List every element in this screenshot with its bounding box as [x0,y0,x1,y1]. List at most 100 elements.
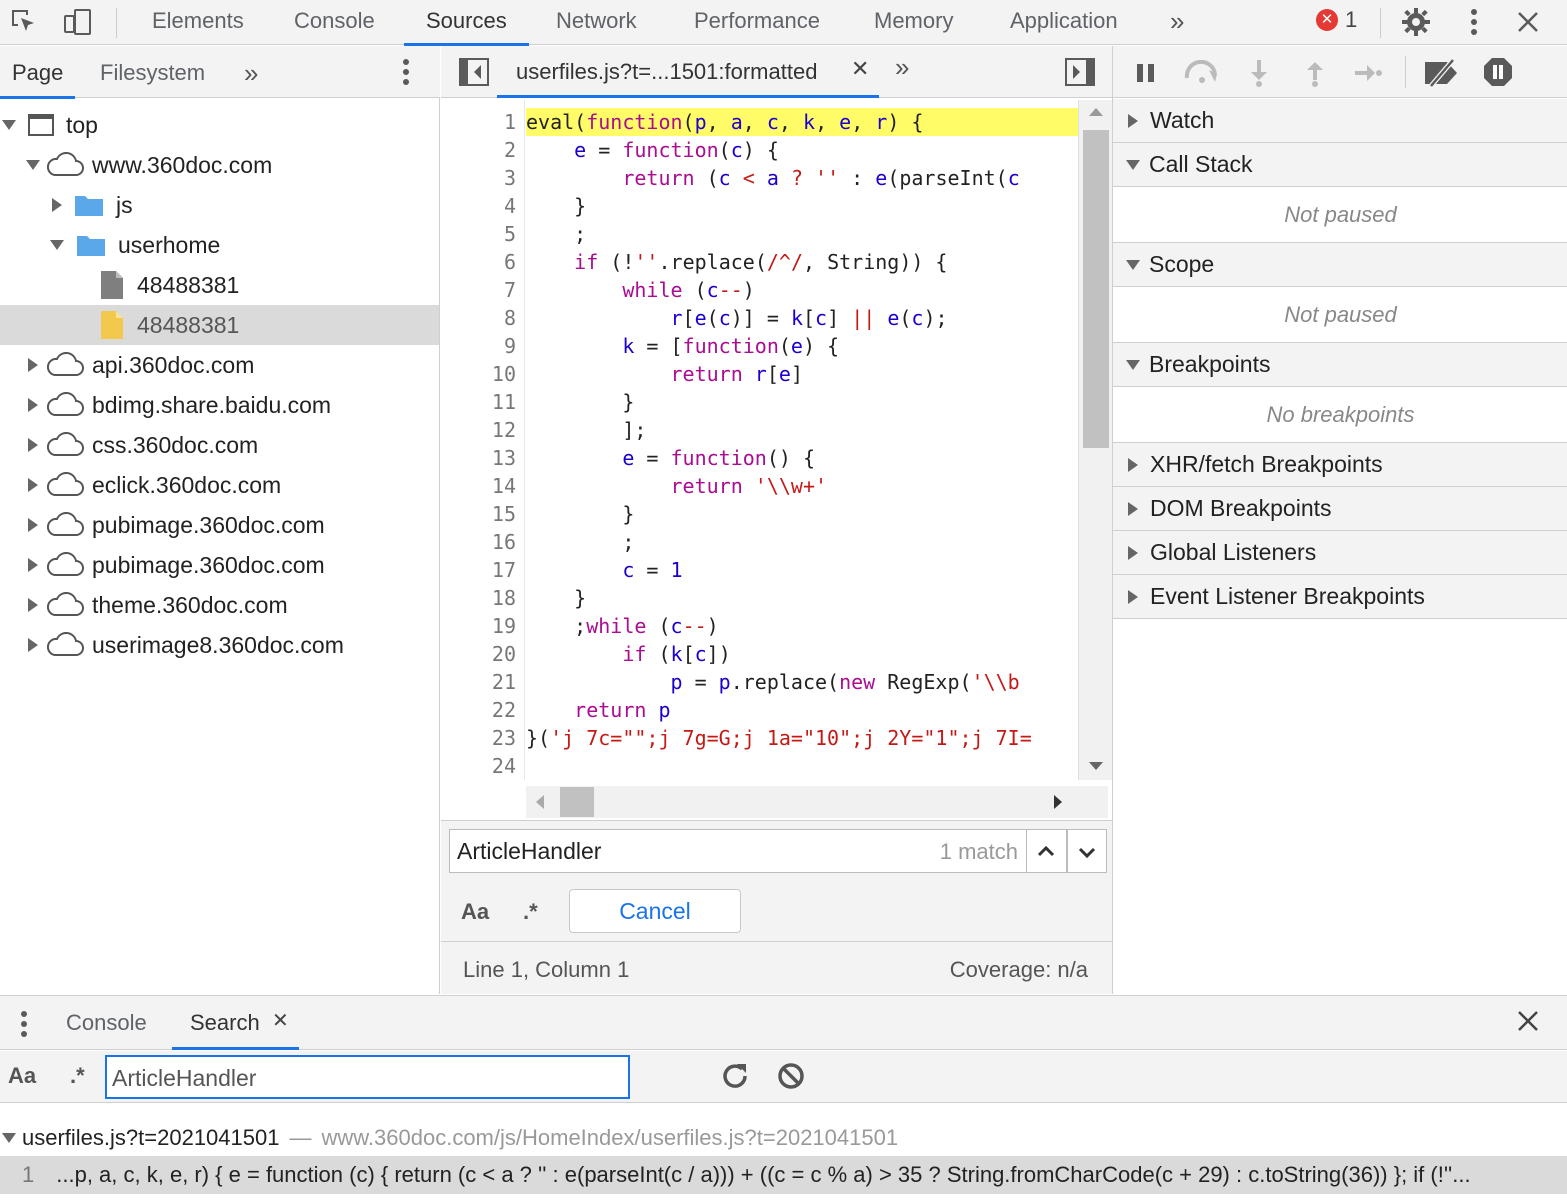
code-line[interactable]: if (k[c]) [526,640,730,668]
editor-vertical-scrollbar[interactable] [1078,100,1112,780]
tree-item-domain[interactable]: pubimage.360doc.com [0,505,439,545]
line-number[interactable]: 18 [446,584,516,612]
search-result-file[interactable]: userfiles.js?t=2021041501 — www.360doc.c… [0,1120,1567,1156]
tree-item-domain[interactable]: www.360doc.com [0,145,439,185]
line-number[interactable]: 12 [446,416,516,444]
collapsed-arrow-icon[interactable] [28,558,38,572]
refresh-icon[interactable] [720,1061,750,1097]
close-search-tab-icon[interactable]: ✕ [272,1008,289,1033]
global-search-input-value[interactable]: ArticleHandler [112,1065,256,1092]
collapsed-arrow-icon[interactable] [28,358,38,372]
line-number[interactable]: 3 [446,164,516,192]
find-input-value[interactable]: ArticleHandler [457,838,601,865]
tree-item-file[interactable]: 48488381 [0,265,439,305]
tab-network[interactable]: Network [556,0,637,45]
find-cancel-button[interactable]: Cancel [569,889,741,933]
tree-item-folder-userhome[interactable]: userhome [0,225,439,265]
tab-sources[interactable]: Sources [404,0,529,46]
tab-application[interactable]: Application [1010,0,1118,45]
tab-performance[interactable]: Performance [694,0,820,45]
tab-memory[interactable]: Memory [874,0,953,45]
line-number[interactable]: 4 [446,192,516,220]
line-number[interactable]: 7 [446,276,516,304]
line-number[interactable]: 19 [446,612,516,640]
global-search-input[interactable]: ArticleHandler [105,1055,630,1099]
more-options-icon[interactable] [1458,6,1490,38]
step-out-icon[interactable] [1305,58,1325,94]
step-over-icon[interactable] [1183,59,1221,90]
line-number[interactable]: 22 [446,696,516,724]
code-line[interactable]: if (!''.replace(/^/, String)) { [526,248,947,276]
section-global-listeners[interactable]: Global Listeners [1113,531,1567,575]
section-xhr-fetch-breakpoints[interactable]: XHR/fetch Breakpoints [1113,443,1567,487]
find-next-button[interactable] [1067,829,1107,873]
line-number[interactable]: 6 [446,248,516,276]
section-call-stack[interactable]: Call Stack [1113,143,1567,187]
code-line[interactable]: return (c < a ? '' : e(parseInt(c [526,164,1019,192]
collapsed-arrow-icon[interactable] [28,518,38,532]
tab-elements[interactable]: Elements [152,0,244,45]
regex-toggle[interactable]: .* [523,899,538,925]
toggle-debugger-icon[interactable] [1065,58,1095,92]
device-toolbar-icon[interactable] [62,6,94,38]
search-regex-toggle[interactable]: .* [70,1063,85,1089]
more-tabs-button[interactable]: » [1170,0,1184,45]
error-icon[interactable]: ✕ [1316,9,1338,31]
code-editor[interactable]: eval(function(p, a, c, k, e, r) { e = fu… [526,100,1078,780]
step-icon[interactable] [1353,62,1383,90]
line-number[interactable]: 13 [446,444,516,472]
close-devtools-icon[interactable] [1512,6,1544,38]
navigator-tab-filesystem[interactable]: Filesystem [100,46,205,98]
code-line[interactable]: r[e(c)] = k[c] || e(c); [526,304,948,332]
toggle-navigator-icon[interactable] [459,58,489,92]
code-line[interactable]: ]; [526,416,646,444]
tree-item-domain[interactable]: theme.360doc.com [0,585,439,625]
code-line[interactable]: c = 1 [526,556,682,584]
navigator-menu-icon[interactable] [402,58,410,92]
section-breakpoints[interactable]: Breakpoints [1113,343,1567,387]
tree-item-folder-js[interactable]: js [0,185,439,225]
code-line[interactable]: } [526,388,634,416]
expand-arrow-icon[interactable] [2,1133,16,1143]
code-line[interactable]: p = p.replace(new RegExp('\\b [526,668,1020,696]
find-previous-button[interactable] [1027,829,1067,873]
tree-item-domain[interactable]: css.360doc.com [0,425,439,465]
section-dom-breakpoints[interactable]: DOM Breakpoints [1113,487,1567,531]
collapsed-arrow-icon[interactable] [28,598,38,612]
line-number[interactable]: 10 [446,360,516,388]
line-number[interactable]: 20 [446,640,516,668]
coverage-status[interactable]: Coverage: n/a [950,957,1088,983]
collapsed-arrow-icon[interactable] [28,478,38,492]
section-scope[interactable]: Scope [1113,243,1567,287]
code-line[interactable]: return '\\w+' [526,472,828,500]
code-line[interactable]: e = function(c) { [526,136,779,164]
navigator-more-tabs-button[interactable]: » [244,46,258,98]
line-number[interactable]: 15 [446,500,516,528]
search-match-case-toggle[interactable]: Aa [8,1063,36,1089]
pause-icon[interactable] [1135,62,1157,90]
code-line[interactable]: k = [function(e) { [526,332,839,360]
collapsed-arrow-icon[interactable] [28,438,38,452]
tree-item-domain[interactable]: bdimg.share.baidu.com [0,385,439,425]
find-input-box[interactable]: ArticleHandler 1 match [449,829,1027,873]
search-result-line[interactable]: 1 ...p, a, c, k, e, r) { e = function (c… [0,1156,1567,1194]
line-number[interactable]: 23 [446,724,516,752]
code-line[interactable]: return r[e] [526,360,803,388]
scroll-left-arrow-icon[interactable] [536,795,544,809]
expand-arrow-icon[interactable] [50,240,64,250]
section-event-listener-breakpoints[interactable]: Event Listener Breakpoints [1113,575,1567,619]
collapsed-arrow-icon[interactable] [52,198,62,212]
inspect-element-icon[interactable] [8,6,40,38]
horizontal-scrollbar-thumb[interactable] [560,787,594,817]
line-number[interactable]: 24 [446,752,516,780]
step-into-icon[interactable] [1249,58,1269,94]
code-line[interactable]: ; [526,528,634,556]
error-count[interactable]: 1 [1345,7,1357,33]
code-line[interactable]: while (c--) [526,276,755,304]
line-number[interactable]: 9 [446,332,516,360]
clear-search-icon[interactable] [776,1061,806,1097]
code-line[interactable]: eval(function(p, a, c, k, e, r) { [526,108,1078,136]
line-number[interactable]: 14 [446,472,516,500]
line-number[interactable]: 11 [446,388,516,416]
editor-horizontal-scrollbar[interactable] [526,786,1108,818]
